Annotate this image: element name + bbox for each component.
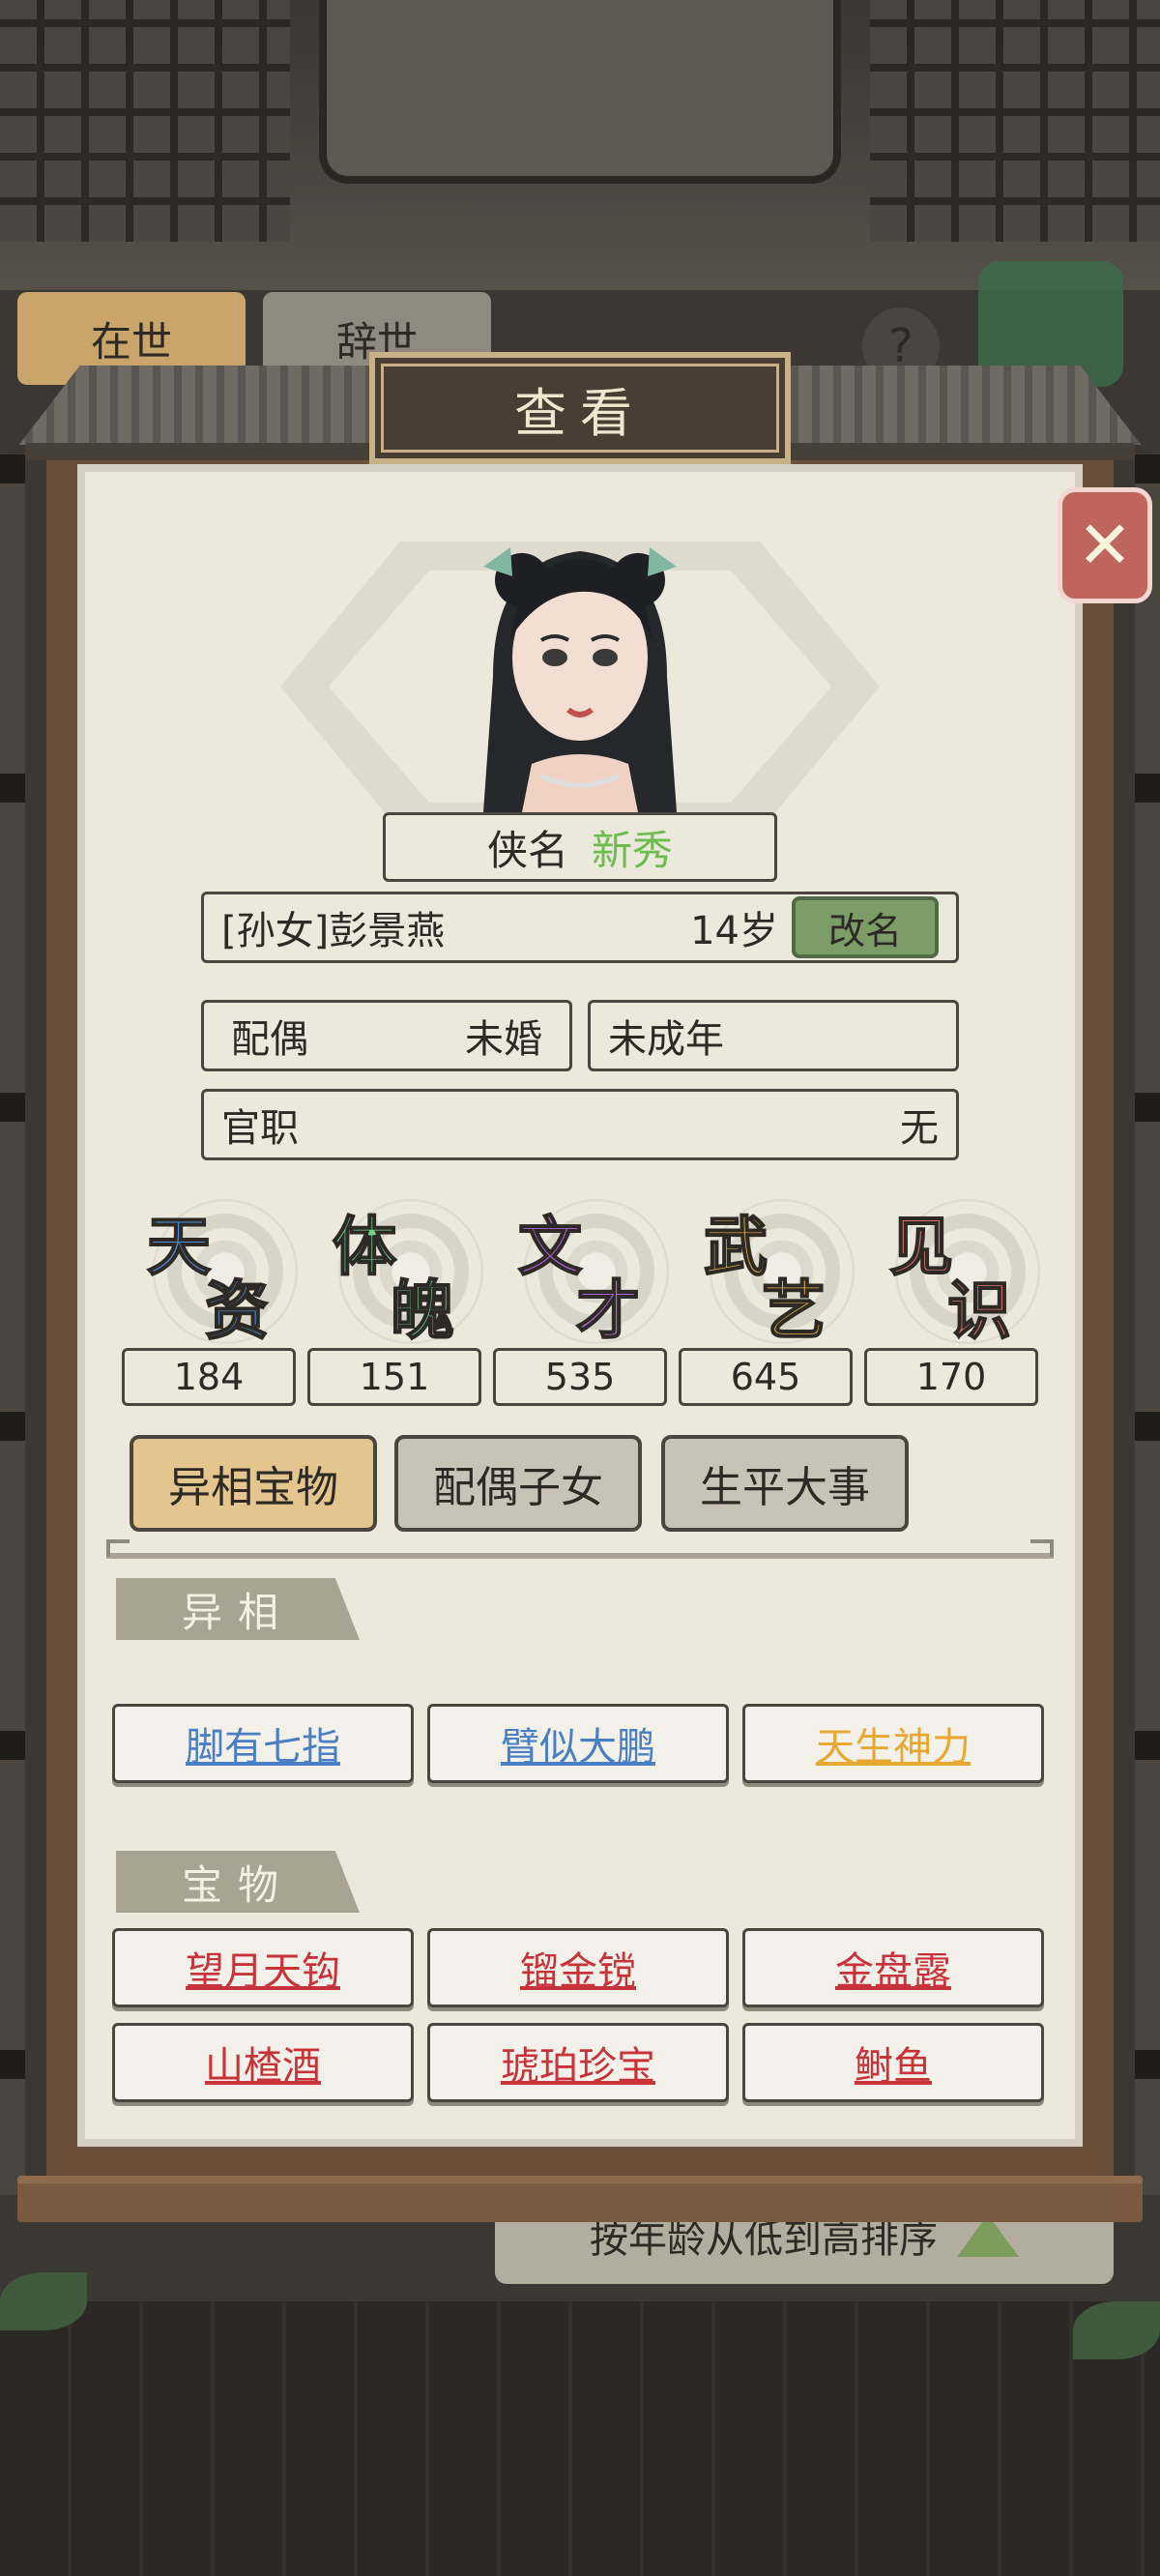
office-value: 无 [900, 1106, 939, 1151]
spouse-field: 配偶 未婚 [201, 1000, 572, 1071]
background-pillar-left [0, 454, 25, 2195]
stat-value-talent: 184 [122, 1348, 296, 1406]
stat-char-2: 资 [204, 1272, 270, 1349]
stat-char-2: 魄 [390, 1272, 455, 1349]
character-portrait [483, 547, 677, 812]
treasure-chip[interactable]: 山楂酒 [112, 2023, 414, 2102]
section-title-treasures: 宝物 [116, 1851, 360, 1913]
treasure-chip[interactable]: 琥珀珍宝 [427, 2023, 729, 2102]
trait-chip[interactable]: 脚有七指 [112, 1704, 414, 1783]
close-button[interactable]: ✕ [1058, 487, 1152, 603]
dialog-base [17, 2176, 1143, 2222]
adult-status-field: 未成年 [588, 1000, 959, 1071]
section-title-traits: 异相 [116, 1578, 360, 1640]
title-label: 侠名 [486, 826, 568, 874]
stat-char-2: 识 [946, 1272, 1012, 1349]
rename-button[interactable]: 改名 [792, 896, 939, 958]
stat-char-1: 体 [332, 1208, 397, 1285]
treasure-chip[interactable]: 望月天钩 [112, 1928, 414, 2007]
office-field: 官职 无 [201, 1089, 959, 1160]
divider-corner-left [106, 1539, 130, 1557]
close-x-icon: ✕ [1077, 507, 1133, 584]
name-field: [孙女]彭景燕 14岁 改名 [201, 892, 959, 963]
dialog-title-plaque: 查看 [369, 352, 791, 464]
stat-char-1: 见 [888, 1208, 954, 1285]
treasure-chip[interactable]: 鲥鱼 [742, 2023, 1044, 2102]
office-label: 官职 [221, 1106, 299, 1151]
lattice-window-left [0, 0, 290, 242]
trait-chip[interactable]: 天生神力 [742, 1704, 1044, 1783]
spouse-value: 未婚 [465, 1017, 542, 1062]
spouse-label: 配偶 [231, 1017, 308, 1062]
stat-char-2: 才 [575, 1272, 641, 1349]
tab-spouse-children[interactable]: 配偶子女 [394, 1435, 642, 1532]
character-name: [孙女]彭景燕 [221, 909, 446, 953]
stat-char-1: 文 [517, 1208, 583, 1285]
tab-life-events[interactable]: 生平大事 [661, 1435, 909, 1532]
treasure-chip[interactable]: 镏金镋 [427, 1928, 729, 2007]
divider-corner-right [1030, 1539, 1054, 1557]
stat-char-1: 武 [703, 1208, 768, 1285]
tab-traits-treasures[interactable]: 异相宝物 [130, 1435, 377, 1532]
trait-chip[interactable]: 臂似大鹏 [427, 1704, 729, 1783]
adult-status: 未成年 [608, 1017, 724, 1062]
title-value: 新秀 [592, 826, 674, 874]
leaf-decoration-right [1073, 2301, 1160, 2359]
section-divider [106, 1553, 1054, 1559]
background-painting [319, 0, 841, 184]
character-age: 14岁 [690, 909, 778, 953]
stat-value-literature: 535 [493, 1348, 667, 1406]
title-box: 侠名 新秀 [383, 812, 777, 882]
stat-value-physique: 151 [307, 1348, 481, 1406]
background-pillar-right [1135, 454, 1160, 2195]
stat-char-2: 艺 [761, 1272, 826, 1349]
stat-char-1: 天 [146, 1208, 212, 1285]
background-floor [0, 2301, 1160, 2576]
dialog-title: 查看 [514, 382, 646, 444]
stat-value-knowledge: 170 [864, 1348, 1038, 1406]
stat-value-martial: 645 [679, 1348, 853, 1406]
treasure-chip[interactable]: 金盘露 [742, 1928, 1044, 2007]
lattice-window-right [870, 0, 1160, 242]
leaf-decoration-left [0, 2272, 87, 2330]
